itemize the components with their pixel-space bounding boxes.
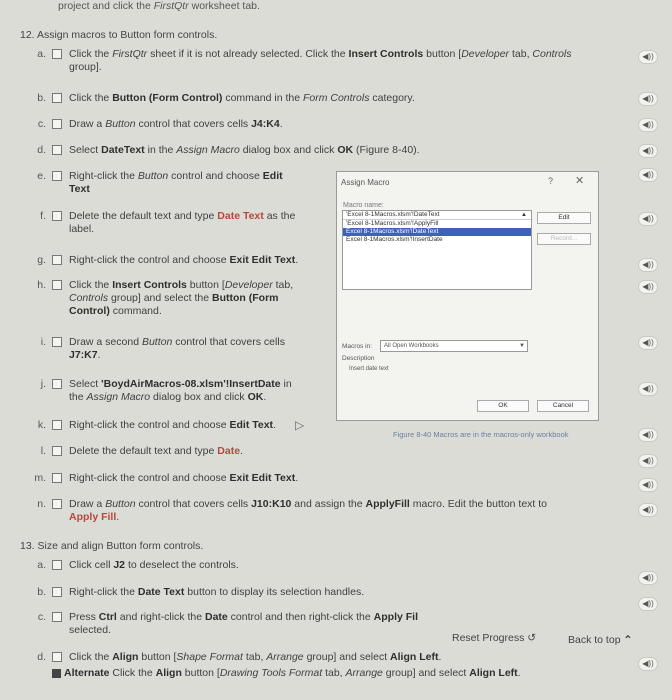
step-13d: d. Click the Align button [Shape Format … — [37, 651, 442, 663]
macro-list-item[interactable]: 'Excel 8-1Macros.xlsm'!ApplyFill — [343, 220, 531, 228]
audio-icon[interactable]: ◀)) — [638, 478, 658, 492]
audio-icon[interactable]: ◀)) — [638, 50, 658, 64]
reset-icon: ↺ — [527, 632, 537, 644]
alternate-step: Alternate Click the Align button [Drawin… — [52, 667, 612, 680]
step-12g: g. Right-click the control and choose Ex… — [37, 254, 299, 266]
audio-icon[interactable]: ◀)) — [638, 118, 658, 132]
step-12n: n. Draw a Button control that covers cel… — [37, 498, 548, 523]
step-12d-checkbox[interactable] — [52, 145, 62, 155]
step-12i: i. Draw a second Button control that cov… — [40, 336, 285, 361]
ok-button[interactable]: OK — [477, 400, 529, 412]
macros-in-value: All Open Workbooks — [384, 343, 439, 349]
step-12h-checkbox[interactable] — [52, 280, 62, 290]
figure-caption: Figure 8-40 Macros are in the macros-onl… — [393, 430, 569, 439]
step-12f: f. Delete the default text and type Date… — [40, 210, 296, 235]
step-12d: d. Select DateText in the Assign Macro d… — [37, 144, 420, 156]
step-12b: b. Click the Button (Form Control) comma… — [37, 92, 415, 104]
audio-icon[interactable]: ◀)) — [638, 454, 658, 468]
step-12j-checkbox[interactable] — [52, 379, 62, 389]
audio-icon[interactable]: ◀)) — [638, 382, 658, 396]
step-12l-checkbox[interactable] — [52, 446, 62, 456]
macro-list-item[interactable]: Excel 8-1Macros.xlsm'!InsertDate — [343, 236, 531, 244]
audio-icon[interactable]: ◀)) — [638, 571, 658, 585]
section-12-title: 12. Assign macros to Button form control… — [20, 29, 218, 41]
step-12c-checkbox[interactable] — [52, 119, 62, 129]
cancel-button[interactable]: Cancel — [537, 400, 589, 412]
close-icon[interactable]: ✕ — [575, 174, 584, 187]
step-13d-checkbox[interactable] — [52, 652, 62, 662]
step-12a: a. Click the FirstQtr sheet if it is not… — [37, 48, 572, 73]
audio-icon[interactable]: ◀)) — [638, 428, 658, 442]
assign-macro-dialog: Assign Macro ? ✕ Macro name: 'Excel 8-1M… — [336, 171, 599, 421]
audio-icon[interactable]: ◀)) — [638, 597, 658, 611]
step-12h: h. Click the Insert Controls button [Dev… — [37, 279, 294, 317]
macro-list-item-selected[interactable]: Excel 8-1Macros.xlsm'!DateText — [343, 228, 531, 236]
reset-progress-button[interactable]: Reset Progress ↺ — [452, 632, 536, 644]
macros-in-label: Macros in: — [342, 343, 372, 350]
step-13a-checkbox[interactable] — [52, 560, 62, 570]
step-12m-checkbox[interactable] — [52, 473, 62, 483]
step-12c: c. Draw a Button control that covers cel… — [37, 118, 283, 130]
section-13-title: 13. Size and align Button form controls. — [20, 540, 204, 552]
audio-icon[interactable]: ◀)) — [638, 336, 658, 350]
audio-icon[interactable]: ◀)) — [638, 280, 658, 294]
macro-name-label: Macro name: — [343, 202, 384, 209]
edit-button[interactable]: Edit — [537, 212, 591, 224]
description-text: Insert date text — [349, 366, 389, 372]
intro-line: project and click the FirstQtr worksheet… — [58, 0, 260, 12]
up-arrow-icon: ⌃ — [623, 634, 633, 646]
step-13b: b. Right-click the Date Text button to d… — [37, 586, 365, 598]
step-12n-checkbox[interactable] — [52, 499, 62, 509]
step-13b-checkbox[interactable] — [52, 587, 62, 597]
step-12b-checkbox[interactable] — [52, 93, 62, 103]
step-12m: m. Right-click the control and choose Ex… — [34, 472, 299, 484]
step-12f-checkbox[interactable] — [52, 211, 62, 221]
macros-in-select[interactable]: All Open Workbooks ▼ — [380, 340, 528, 352]
step-12i-checkbox[interactable] — [52, 337, 62, 347]
step-12e: e. Right-click the Button control and ch… — [37, 170, 283, 195]
macro-name-input[interactable]: 'Excel 8-1Macros.xlsm'!DateText — [343, 211, 531, 220]
mouse-pointer-icon: ▷ — [295, 418, 305, 432]
alternate-icon — [52, 668, 61, 678]
chevron-down-icon: ▼ — [519, 343, 525, 349]
step-12g-checkbox[interactable] — [52, 255, 62, 265]
audio-icon[interactable]: ◀)) — [638, 212, 658, 226]
back-to-top-button[interactable]: Back to top ⌃ — [568, 634, 632, 646]
audio-icon[interactable]: ◀)) — [638, 168, 658, 182]
audio-icon[interactable]: ◀)) — [638, 258, 658, 272]
macro-list[interactable]: 'Excel 8-1Macros.xlsm'!DateText ▲ 'Excel… — [342, 210, 532, 290]
step-12j: j. Select 'BoydAirMacros-08.xlsm'!Insert… — [40, 378, 292, 403]
dialog-title: Assign Macro — [341, 178, 390, 187]
step-13c-checkbox[interactable] — [52, 612, 62, 622]
step-12k: k. Right-click the control and choose Ed… — [37, 419, 276, 431]
step-12a-checkbox[interactable] — [52, 49, 62, 59]
step-12l: l. Delete the default text and type Date… — [40, 445, 243, 457]
step-12e-checkbox[interactable] — [52, 171, 62, 181]
help-icon[interactable]: ? — [548, 176, 553, 186]
audio-icon[interactable]: ◀)) — [638, 657, 658, 671]
record-button[interactable]: Record... — [537, 233, 591, 245]
audio-icon[interactable]: ◀)) — [638, 92, 658, 106]
step-12k-checkbox[interactable] — [52, 420, 62, 430]
description-label: Description — [342, 355, 375, 362]
step-13c: c. Press Ctrl and right-click the Date c… — [37, 611, 419, 636]
audio-icon[interactable]: ◀)) — [638, 144, 658, 158]
scroll-up-icon[interactable]: ▲ — [521, 212, 527, 218]
audio-icon[interactable]: ◀)) — [638, 503, 658, 517]
step-13a: a. Click cell J2 to deselect the control… — [37, 559, 239, 571]
